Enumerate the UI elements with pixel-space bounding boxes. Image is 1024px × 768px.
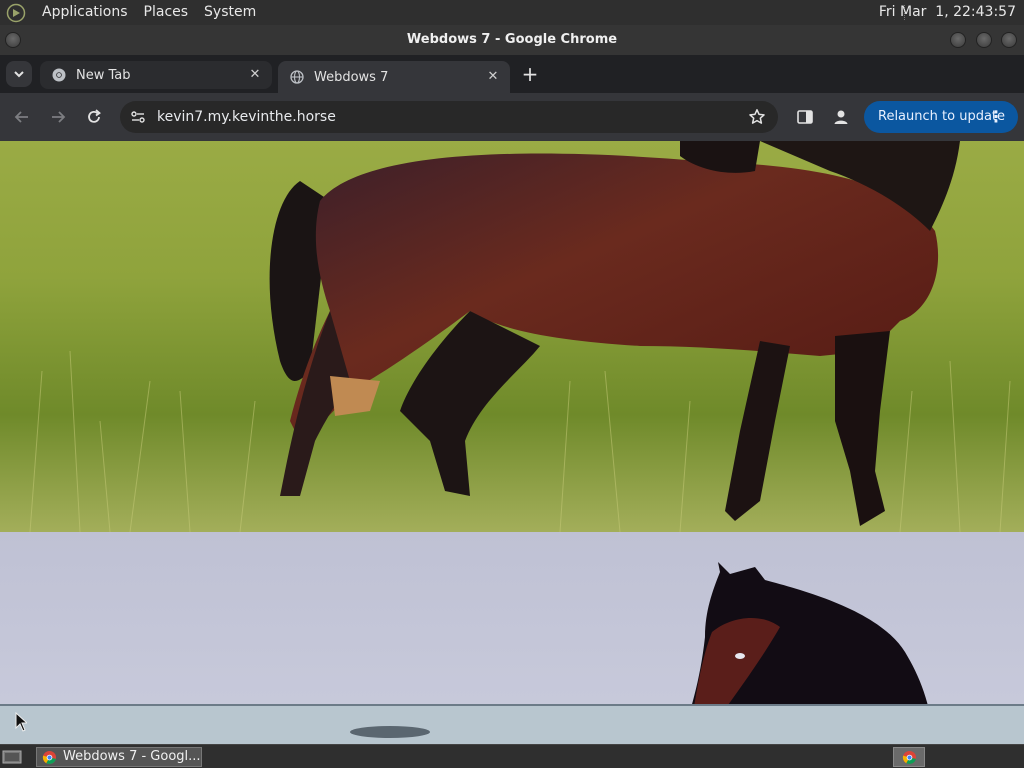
- new-tab-button[interactable]: +: [520, 64, 540, 84]
- workspace-switcher[interactable]: [893, 747, 925, 767]
- tab-search-button[interactable]: [6, 61, 32, 87]
- site-settings-icon[interactable]: [130, 109, 146, 125]
- minimize-button[interactable]: [950, 32, 966, 48]
- window-title: Webdows 7 - Google Chrome: [406, 32, 618, 47]
- clock[interactable]: Fri Mar 1, 22:43:57: [879, 0, 1016, 25]
- globe-icon: [290, 70, 304, 84]
- tab-label: Webdows 7: [314, 69, 389, 85]
- back-arrow-icon[interactable]: [12, 107, 32, 127]
- close-window-button[interactable]: [1001, 32, 1017, 48]
- close-tab-icon[interactable]: ✕: [486, 70, 500, 84]
- tab-new-tab[interactable]: New Tab ✕: [40, 61, 272, 89]
- maximize-button[interactable]: [976, 32, 992, 48]
- chevron-down-icon: [14, 71, 24, 78]
- taskbar-item-label: Webdows 7 - Googl...: [63, 749, 201, 764]
- url-text[interactable]: kevin7.my.kevinthe.horse: [157, 101, 336, 133]
- horse-head-photo: [0, 532, 1024, 744]
- menu-system[interactable]: System: [196, 0, 264, 25]
- web-page-content[interactable]: [0, 141, 1024, 744]
- chrome-icon: [902, 750, 917, 765]
- window-titlebar[interactable]: Webdows 7 - Google Chrome: [0, 25, 1024, 55]
- show-desktop-icon[interactable]: [2, 749, 22, 765]
- chrome-icon: [42, 750, 57, 765]
- reload-icon[interactable]: [84, 107, 104, 127]
- menu-places[interactable]: Places: [136, 0, 197, 25]
- bottom-panel: Webdows 7 - Googl...: [0, 744, 1024, 768]
- tab-webdows-7[interactable]: Webdows 7 ✕: [278, 61, 510, 93]
- tab-label: New Tab: [76, 67, 131, 83]
- profile-icon[interactable]: [831, 107, 851, 127]
- forward-arrow-icon[interactable]: [48, 107, 68, 127]
- window-menu-button[interactable]: [5, 32, 21, 48]
- chrome-icon: [52, 68, 66, 82]
- taskbar-item-chrome[interactable]: Webdows 7 - Googl...: [36, 747, 202, 767]
- more-menu-icon[interactable]: ⋮: [988, 101, 1004, 133]
- relaunch-to-update-button[interactable]: Relaunch to update ⋮: [864, 101, 1018, 133]
- tab-strip: New Tab ✕ Webdows 7 ✕ +: [0, 55, 1024, 93]
- horse-grazing-photo: [0, 141, 1024, 532]
- menu-applications[interactable]: Applications: [34, 0, 136, 25]
- relaunch-label: Relaunch to update: [878, 109, 1006, 124]
- top-panel: Applications Places System Fri Mar 1, 22…: [0, 0, 1024, 25]
- side-panel-icon[interactable]: [795, 107, 815, 127]
- applications-logo-icon[interactable]: [6, 3, 26, 23]
- desktop: Applications Places System Fri Mar 1, 22…: [0, 0, 1024, 768]
- mouse-cursor-icon: [15, 712, 27, 732]
- bookmark-star-icon[interactable]: [748, 108, 766, 126]
- close-tab-icon[interactable]: ✕: [248, 68, 262, 82]
- address-bar[interactable]: kevin7.my.kevinthe.horse: [120, 101, 778, 133]
- browser-toolbar: kevin7.my.kevinthe.horse Relaunch to upd…: [0, 93, 1024, 141]
